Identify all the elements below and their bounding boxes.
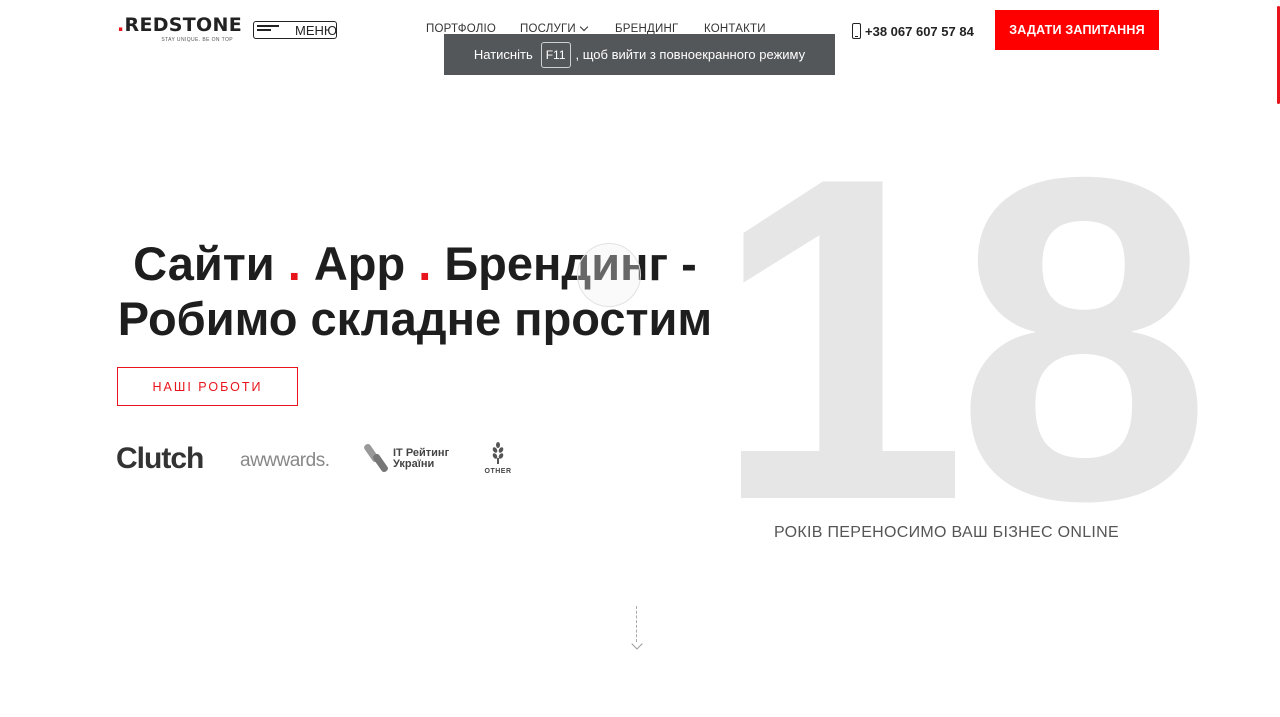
arrow-down-icon <box>631 638 643 650</box>
years-caption: РОКІВ ПЕРЕНОСИМО ВАШ БІЗНЕС ONLINE <box>774 524 1119 541</box>
scroll-dashed-line <box>636 606 637 642</box>
headline-dot: . <box>287 237 301 290</box>
headline-dot: . <box>418 237 432 290</box>
it-rating-mark-icon <box>362 442 390 475</box>
scroll-down-indicator[interactable] <box>631 606 643 654</box>
logo-wordmark: .REDSTONE <box>117 14 242 36</box>
it-rating-text: IT Рейтинг України <box>393 448 449 470</box>
it-rating-logo[interactable]: IT Рейтинг України <box>362 442 449 475</box>
our-works-button[interactable]: НАШІ РОБОТИ <box>117 367 298 406</box>
fullscreen-notice: Натисніть F11 , щоб вийти з повноекранно… <box>444 34 835 75</box>
logo-tagline: STAY UNIQUE. BE ON TOP <box>161 37 233 43</box>
other-label: OTHER <box>484 468 512 475</box>
laurel-icon <box>491 442 505 464</box>
ask-question-button[interactable]: ЗАДАТИ ЗАПИТАННЯ <box>995 10 1159 50</box>
toast-key: F11 <box>540 41 571 68</box>
clutch-logo[interactable]: Clutch <box>116 442 204 476</box>
headline-app: App <box>313 237 406 290</box>
phone-link[interactable]: +38 067 607 57 84 <box>852 23 974 39</box>
page-scrollbar[interactable] <box>1276 0 1280 104</box>
cursor-follower <box>577 243 641 307</box>
phone-icon <box>852 23 861 39</box>
chevron-down-icon <box>579 22 589 32</box>
menu-label: МЕНЮ <box>295 23 338 38</box>
years-number: 18 <box>712 83 1212 596</box>
other-award[interactable]: OTHER <box>483 442 513 475</box>
toast-text-before: Натисніть <box>473 47 533 62</box>
awwwards-logo[interactable]: awwwards. <box>240 450 330 472</box>
phone-number: +38 067 607 57 84 <box>865 23 974 39</box>
menu-button[interactable]: МЕНЮ <box>253 21 337 39</box>
hamburger-icon <box>257 25 279 35</box>
toast-text-after: , щоб вийти з повноекранного режиму <box>575 47 806 62</box>
headline-sites: Сайти <box>133 237 275 290</box>
it-rating-line2: України <box>393 458 435 470</box>
headline-branding: Брендинг - <box>444 237 697 290</box>
site-logo[interactable]: .REDSTONE STAY UNIQUE. BE ON TOP <box>117 14 242 46</box>
